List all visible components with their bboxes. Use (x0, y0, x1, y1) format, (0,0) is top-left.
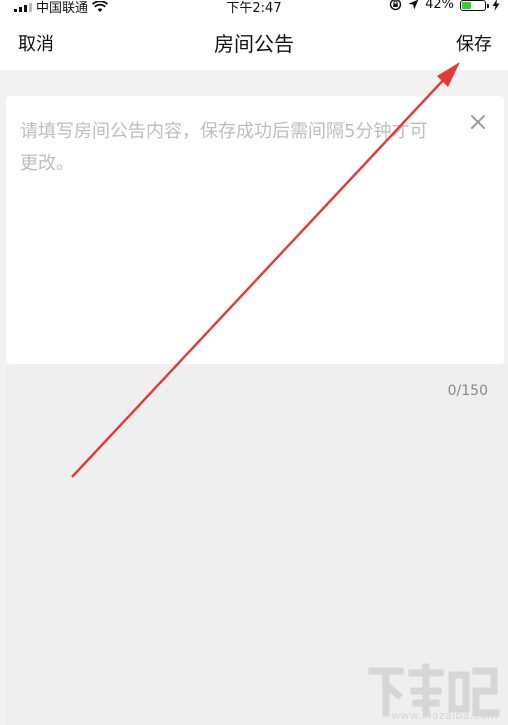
watermark-url: www.xiazaiba.com (391, 709, 498, 722)
close-icon[interactable] (468, 112, 488, 132)
battery-percent: 42% (425, 0, 454, 12)
rotation-lock-icon (389, 0, 402, 11)
battery-icon (460, 0, 489, 11)
nav-bar: 取消 房间公告 保存 (0, 14, 508, 70)
announcement-screen: 中国联通 下午2:47 42% 取消 房间公告 保存 请填写房间公告内容，保存成… (0, 0, 508, 725)
char-counter: 0/150 (447, 383, 488, 399)
charging-icon (492, 0, 500, 11)
status-bar: 中国联通 下午2:47 42% (0, 0, 508, 16)
save-button[interactable]: 保存 (456, 30, 492, 56)
page-title: 房间公告 (214, 32, 294, 56)
battery-fill (462, 2, 471, 9)
announcement-card (6, 96, 504, 364)
location-icon (408, 0, 419, 10)
announcement-input[interactable] (20, 116, 440, 336)
status-right: 42% (389, 0, 500, 12)
